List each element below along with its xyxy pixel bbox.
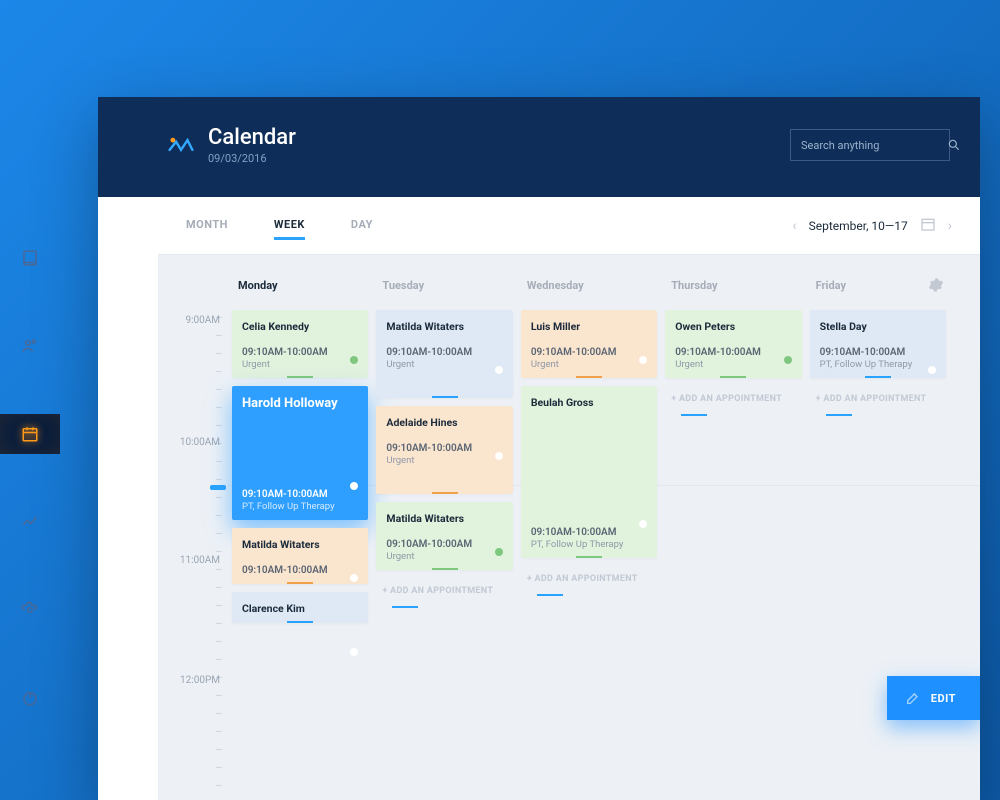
- next-week-button[interactable]: ›: [948, 218, 952, 234]
- time-label: 12:00PM: [158, 675, 228, 686]
- appointment-time: 09:10AM-10:00AM: [386, 347, 502, 358]
- appointment-name: Matilda Witaters: [386, 512, 502, 525]
- appointment-card[interactable]: Matilda Witaters 09:10AM-10:00AM: [232, 528, 368, 584]
- time-label: 9:00AM: [158, 315, 228, 326]
- app-logo-icon: [168, 132, 194, 158]
- appointment-name: Adelaide Hines: [386, 416, 502, 429]
- calendar-grid: 9:00AM 10:00AM 11:00AM 12:00PM MondayCel…: [158, 255, 980, 800]
- status-dot: [495, 452, 503, 460]
- content: MONTH WEEK DAY ‹ September, 10—17 › 9:00…: [158, 197, 980, 800]
- appointment-name: Stella Day: [820, 320, 936, 333]
- search-box[interactable]: [790, 129, 950, 161]
- appointment-note: Urgent: [386, 455, 502, 466]
- status-dot: [784, 356, 792, 364]
- appointment-card[interactable]: Owen Peters 09:10AM-10:00AMUrgent: [665, 310, 801, 378]
- appointment-time: 09:10AM-10:00AM: [531, 347, 647, 358]
- header-date: 09/03/2016: [208, 152, 296, 165]
- status-dot: [495, 548, 503, 556]
- date-range: September, 10—17: [809, 219, 908, 233]
- tab-month[interactable]: MONTH: [186, 212, 228, 240]
- sidebar-item-calendar[interactable]: [0, 414, 60, 454]
- tab-day[interactable]: DAY: [351, 212, 373, 240]
- appointment-time: 09:10AM-10:00AM: [820, 347, 936, 358]
- appointment-time: 09:10AM-10:00AM: [242, 489, 358, 500]
- appointment-note: Urgent: [675, 359, 791, 370]
- appointment-note: Urgent: [531, 359, 647, 370]
- edit-button-label: EDIT: [931, 692, 956, 705]
- appointment-card[interactable]: Beulah Gross 09:10AM-10:00AMPT, Follow Up…: [521, 386, 657, 558]
- appointment-name: Harold Holloway: [242, 396, 358, 413]
- day-header: Monday: [232, 255, 368, 310]
- status-dot: [495, 366, 503, 374]
- appointment-name: Owen Peters: [675, 320, 791, 333]
- appointment-name: Clarence Kim: [242, 602, 358, 615]
- appointment-card[interactable]: Luis Miller 09:10AM-10:00AMUrgent: [521, 310, 657, 378]
- appointment-card[interactable]: Harold Holloway 09:10AM-10:00AMPT, Follow…: [232, 386, 368, 520]
- add-appointment-button[interactable]: + ADD AN APPOINTMENT: [376, 578, 512, 604]
- time-label: 11:00AM: [158, 555, 228, 566]
- appointment-time: 09:10AM-10:00AM: [675, 347, 791, 358]
- add-appointment-button[interactable]: + ADD AN APPOINTMENT: [521, 566, 657, 592]
- appointment-time: 09:10AM-10:00AM: [531, 527, 647, 538]
- sidebar-item-settings[interactable]: [0, 590, 60, 630]
- status-dot: [350, 648, 358, 656]
- app-window: Calendar 09/03/2016 MONTH WEEK DAY ‹ Sep…: [98, 97, 980, 800]
- calendar-picker-icon[interactable]: [920, 216, 936, 235]
- appointment-time: 09:10AM-10:00AM: [242, 565, 358, 576]
- day-column: TuesdayMatilda Witaters09:10AM-10:00AMUr…: [372, 255, 516, 800]
- appointment-name: Luis Miller: [531, 320, 647, 333]
- day-header: Tuesday: [376, 255, 512, 310]
- appointment-note: PT, Follow Up Therapy: [242, 501, 358, 512]
- sidebar-item-patients[interactable]: [0, 326, 60, 366]
- sidebar: [0, 196, 60, 800]
- appointment-name: Matilda Witaters: [242, 538, 358, 551]
- day-column: Thursday Owen Peters 09:10AM-10:00AMUrgent…: [661, 255, 805, 800]
- appointment-time: 09:10AM-10:00AM: [242, 347, 358, 358]
- appointment-time: 09:10AM-10:00AM: [386, 443, 502, 454]
- appointment-note: Urgent: [242, 359, 358, 370]
- page-title: Calendar: [208, 125, 296, 150]
- appointment-note: Urgent: [386, 551, 502, 562]
- appointment-card[interactable]: Stella Day 09:10AM-10:00AMPT, Follow Up T…: [810, 310, 946, 378]
- appointment-card[interactable]: Adelaide Hines 09:10AM-10:00AMUrgent: [376, 406, 512, 494]
- prev-week-button[interactable]: ‹: [792, 218, 796, 234]
- tab-week[interactable]: WEEK: [274, 212, 305, 240]
- day-header: Thursday: [665, 255, 801, 310]
- appointment-note: Urgent: [386, 359, 502, 370]
- appointment-card[interactable]: Matilda Witaters 09:10AM-10:00AMUrgent: [376, 310, 512, 398]
- appointment-note: PT, Follow Up Therapy: [820, 359, 936, 370]
- add-appointment-button[interactable]: + ADD AN APPOINTMENT: [810, 386, 946, 412]
- day-header: Friday: [810, 255, 946, 310]
- status-dot: [350, 574, 358, 582]
- appointment-card[interactable]: Celia Kennedy 09:10AM-10:00AMUrgent: [232, 310, 368, 378]
- appointment-card[interactable]: Matilda Witaters 09:10AM-10:00AMUrgent: [376, 502, 512, 570]
- toolbar: MONTH WEEK DAY ‹ September, 10—17 ›: [158, 197, 980, 255]
- appointment-name: Celia Kennedy: [242, 320, 358, 333]
- day-column: WednesdayLuis Miller09:10AM-10:00AMUrgen…: [517, 255, 661, 800]
- edit-button[interactable]: EDIT: [887, 676, 980, 720]
- header: Calendar 09/03/2016: [98, 97, 980, 197]
- appointment-time: 09:10AM-10:00AM: [386, 539, 502, 550]
- appointment-name: Matilda Witaters: [386, 320, 502, 333]
- time-column: 9:00AM 10:00AM 11:00AM 12:00PM: [158, 255, 228, 800]
- search-input[interactable]: [801, 139, 941, 152]
- time-label: 10:00AM: [158, 437, 228, 448]
- sidebar-item-dashboard[interactable]: [0, 238, 60, 278]
- day-header: Wednesday: [521, 255, 657, 310]
- sidebar-item-analytics[interactable]: [0, 502, 60, 542]
- appointment-name: Beulah Gross: [531, 396, 647, 409]
- sidebar-item-logout[interactable]: [0, 678, 60, 718]
- search-icon: [947, 138, 961, 152]
- current-time-indicator: [210, 485, 226, 490]
- appointment-note: PT, Follow Up Therapy: [531, 539, 647, 550]
- appointment-card[interactable]: Clarence Kim: [232, 592, 368, 623]
- add-appointment-button[interactable]: + ADD AN APPOINTMENT: [665, 386, 801, 412]
- day-column: MondayCelia Kennedy09:10AM-10:00AMUrgent…: [228, 255, 372, 800]
- status-dot: [928, 366, 936, 374]
